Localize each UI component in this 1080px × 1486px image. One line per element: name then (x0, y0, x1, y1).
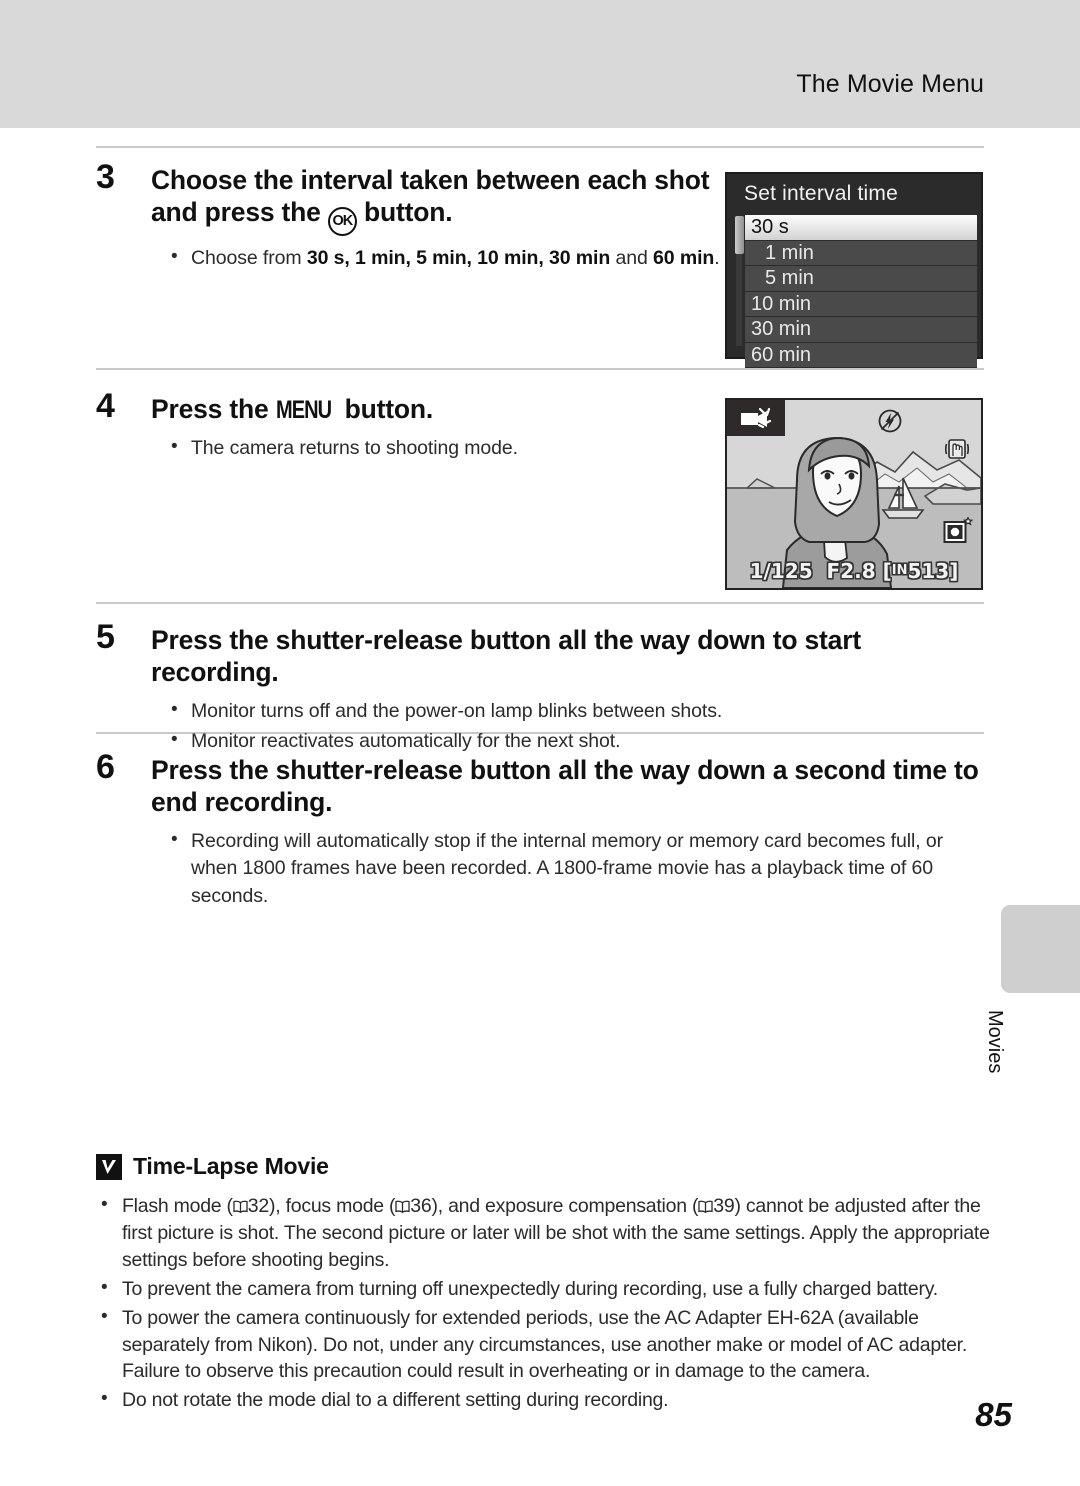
step-3-number: 3 (96, 158, 115, 196)
camera-liveview-screen: 1/125 F2.8 [IN513] (725, 398, 983, 590)
ok-button-icon: OK (327, 207, 357, 237)
camera-menu-item-1min[interactable]: 1 min (745, 240, 977, 266)
page-header-title: The Movie Menu (796, 70, 984, 98)
note-bullet-1: Flash mode ( 32), focus mode ( 36), and ex… (96, 1192, 992, 1274)
camera-menu-item-10min[interactable]: 10 min (745, 291, 977, 317)
section-tab-label: Movies (984, 1010, 1006, 1074)
step-3-bullet-end: . (714, 247, 720, 270)
note-b1-p3: ), and exposure compensation ( (431, 1195, 699, 1217)
frames-remaining-value: 513 (907, 559, 950, 583)
note-b1-ref2: 36 (410, 1195, 432, 1217)
divider-above-step-3 (96, 146, 984, 148)
step-6-bullets: Recording will automatically stop if the… (169, 827, 984, 911)
flash-off-icon (877, 408, 903, 439)
step-3-bullet-last: 60 min (653, 247, 715, 270)
note-bullet-4: Do not rotate the mode dial to a differe… (96, 1386, 992, 1414)
step-4-title-post: button. (337, 394, 434, 424)
step-4-number: 4 (96, 387, 115, 425)
page-ref-book-icon (698, 1200, 713, 1213)
step-3-title-post: button. (356, 197, 453, 228)
note-title: Time-Lapse Movie (133, 1153, 329, 1179)
caution-checkmark-icon (96, 1153, 122, 1180)
step-6-number: 6 (96, 748, 115, 786)
camera-menu-item-30s[interactable]: 30 s (745, 215, 977, 241)
divider-above-step-4 (96, 368, 984, 370)
step-5-number: 5 (96, 618, 115, 656)
note-header: Time-Lapse Movie (96, 1153, 992, 1180)
camera-menu-item-5min[interactable]: 5 min (745, 266, 977, 292)
camera-menu-scrollbar-thumb[interactable] (735, 216, 744, 254)
step-3-bullet-1: Choose from 30 s, 1 min, 5 min, 10 min, … (169, 244, 751, 273)
movie-camera-icon (727, 400, 785, 436)
camera-menu-item-60min[interactable]: 60 min (745, 342, 977, 368)
step-5-bullet-2: Monitor reactivates automatically for th… (169, 727, 984, 756)
camera-menu-screen: Set interval time 30 s 1 min 5 min 10 mi… (725, 172, 983, 368)
divider-above-step-5 (96, 602, 984, 604)
step-4-title-pre: Press the (151, 394, 276, 424)
page-ref-book-icon (395, 1200, 410, 1213)
note-b1-p2: ), focus mode ( (269, 1195, 396, 1217)
note-bullet-2: To prevent the camera from turning off u… (96, 1275, 992, 1303)
internal-memory-label: IN (891, 563, 908, 578)
page-header-band (0, 0, 1080, 128)
camera-menu-title: Set interval time (744, 182, 898, 205)
vibration-reduction-icon (944, 438, 970, 465)
step-3-bullet-options: 30 s, 1 min, 5 min, 10 min, 30 min (306, 247, 611, 270)
page-content: 3 Choose the interval taken between each… (0, 128, 1080, 1486)
step-3-bullet-mid: and (610, 247, 654, 270)
step-6: 6 Press the shutter-release button all t… (96, 750, 984, 914)
step-5-bullet-1: Monitor turns off and the power-on lamp … (169, 697, 984, 726)
menu-button-icon: MENU (275, 396, 332, 424)
note-b1-ref3: 39 (713, 1195, 735, 1217)
camera-menu-item-30min[interactable]: 30 min (745, 317, 977, 343)
step-6-title: Press the shutter-release button all the… (151, 755, 979, 818)
note-b1-p1: Flash mode ( (122, 1195, 233, 1217)
section-tab-marker (1001, 905, 1080, 993)
shutter-speed-value: 1/125 (749, 559, 813, 583)
step-3-title: Choose the interval taken between each s… (151, 164, 711, 237)
image-mode-icon (943, 516, 974, 550)
step-3-bullet-pre: Choose from (191, 247, 307, 270)
page-number: 85 (975, 1396, 1012, 1433)
step-6-bullet-1: Recording will automatically stop if the… (169, 827, 984, 911)
aperture-value: F2.8 (826, 559, 876, 583)
page-ref-book-icon (233, 1200, 248, 1213)
step-5: 5 Press the shutter-release button all t… (96, 620, 984, 759)
note-b1-ref1: 32 (247, 1195, 269, 1217)
note-bullet-3: To power the camera continuously for ext… (96, 1304, 992, 1386)
liveview-status-bar: 1/125 F2.8 [IN513] (749, 559, 959, 583)
note-time-lapse-movie: Time-Lapse Movie Flash mode ( 32), focus … (96, 1153, 992, 1416)
step-5-title: Press the shutter-release button all the… (151, 625, 861, 688)
step-5-bullets: Monitor turns off and the power-on lamp … (169, 697, 984, 756)
camera-menu-list: 30 s 1 min 5 min 10 min 30 min 60 min (745, 215, 977, 368)
